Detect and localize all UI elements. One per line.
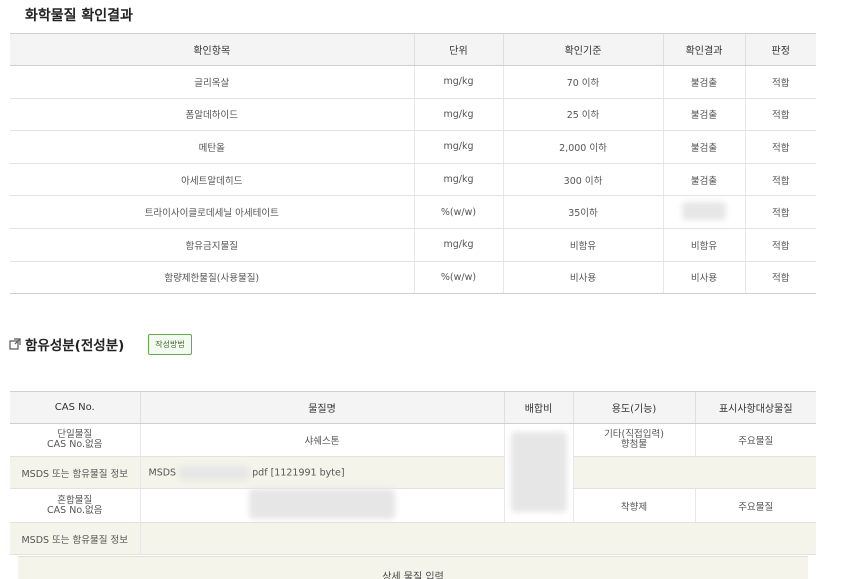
cell-unit: mg/kg: [413, 228, 503, 262]
cell-unit: %(w/w): [413, 195, 503, 229]
col-header-item: 확인항목: [10, 33, 414, 66]
section-title-chemical-results: 화학물질 확인결과: [25, 8, 133, 24]
cell-standard: 25 이하: [502, 98, 663, 132]
col-header-label-target: 표시사항대상물질: [694, 391, 816, 424]
cas-number: CAS No.없음: [47, 504, 103, 516]
cell-unit: mg/kg: [413, 130, 503, 164]
cell-standard: 70 이하: [502, 65, 663, 99]
cell-standard: 2,000 이하: [502, 130, 663, 164]
table-row: 아세트알데히드 mg/kg 300 이하 불검출 적합: [10, 163, 816, 197]
cell-result: 불검출: [662, 98, 745, 132]
msds-row: MSDS 또는 함유물질 정보 MSDS pdf [1121991 byte]: [10, 456, 816, 489]
msds-empty-cell: [572, 456, 816, 489]
msds-label: MSDS 또는 함유물질 정보: [10, 456, 140, 489]
cell-verdict: 적합: [744, 98, 816, 132]
msds-file-cell: MSDS pdf [1121991 byte]: [139, 456, 504, 489]
cell-substance-name-redacted: [139, 488, 504, 523]
table-row: 함유금지물질 mg/kg 비함유 비함유 적합: [10, 228, 816, 262]
msds-empty-cell: [139, 522, 816, 555]
cell-item: 트라이사이클로데세닐 아세테이트: [10, 195, 414, 229]
cell-standard: 300 이하: [502, 163, 663, 197]
table-header-row: 확인항목 단위 확인기준 확인결과 판정: [10, 33, 816, 66]
cell-substance-name: 샤쉐스톤: [139, 423, 504, 457]
table-row: 단일물질 CAS No.없음 샤쉐스톤 기타(직접입력) 향첨물 주요물질: [10, 423, 816, 523]
cell-verdict: 적합: [744, 228, 816, 262]
write-guide-button[interactable]: 작성방법: [148, 333, 192, 355]
col-header-ratio: 배합비: [503, 391, 573, 424]
cell-label-target: 주요물질: [694, 423, 816, 457]
ingredients-table: CAS No. 물질명 배합비 용도(기능) 표시사항대상물질 단일물질 CAS…: [10, 391, 816, 555]
table-row: 글리옥살 mg/kg 70 이하 불검출 적합: [10, 65, 816, 99]
cell-result-redacted: [662, 195, 745, 229]
cell-result: 불검출: [662, 65, 745, 99]
table-row: 혼합물질 CAS No.없음 착향제 주요물질: [10, 488, 816, 523]
substance-type: 혼합물질: [57, 494, 93, 506]
ingredients-section-header: 함유성분(전성분) 작성방법: [9, 333, 192, 355]
cell-item: 메탄올: [10, 130, 414, 164]
col-header-result: 확인결과: [662, 33, 745, 66]
cell-result: 불검출: [662, 163, 745, 197]
cell-standard: 비사용: [502, 261, 663, 295]
redacted-value: [249, 489, 395, 519]
col-header-cas: CAS No.: [10, 391, 140, 424]
cell-usage: 착향제: [572, 488, 695, 523]
cell-item: 아세트알데히드: [10, 163, 414, 197]
col-header-verdict: 판정: [744, 33, 816, 66]
cell-item: 폼알데하이드: [10, 98, 414, 132]
cell-result: 불검출: [662, 130, 745, 164]
table-header-row: CAS No. 물질명 배합비 용도(기능) 표시사항대상물질: [10, 391, 816, 424]
cell-verdict: 적합: [744, 65, 816, 99]
cell-item: 함유금지물질: [10, 228, 414, 262]
cell-verdict: 적합: [744, 195, 816, 229]
msds-label: MSDS 또는 함유물질 정보: [10, 522, 140, 555]
col-header-standard: 확인기준: [502, 33, 663, 66]
cell-unit: mg/kg: [413, 65, 503, 99]
cell-verdict: 적합: [744, 261, 816, 295]
section-title-ingredients: 함유성분(전성분): [25, 338, 125, 354]
redacted-value: [682, 201, 726, 220]
col-header-unit: 단위: [413, 33, 503, 66]
msds-row: MSDS 또는 함유물질 정보: [10, 522, 816, 555]
cell-usage: 기타(직접입력) 향첨물: [572, 423, 695, 457]
cell-unit: mg/kg: [413, 163, 503, 197]
redacted-filename: [179, 465, 250, 480]
cell-result: 비함유: [662, 228, 745, 262]
cell-item: 함량제한물질(사용물질): [10, 261, 414, 295]
cell-ratio-redacted: [503, 423, 573, 523]
cell-item: 글리옥살: [10, 65, 414, 99]
cell-cas: 단일물질 CAS No.없음: [10, 423, 140, 457]
cell-cas: 혼합물질 CAS No.없음: [10, 488, 140, 523]
chemical-results-table: 확인항목 단위 확인기준 확인결과 판정 글리옥살 mg/kg 70 이하 불검…: [10, 33, 816, 295]
cell-standard: 비함유: [502, 228, 663, 262]
cell-unit: mg/kg: [413, 98, 503, 132]
redacted-value: [510, 431, 567, 512]
col-header-substance-name: 물질명: [139, 391, 504, 424]
detail-substance-input-button[interactable]: 상세 물질 입력: [18, 556, 808, 579]
cell-label-target: 주요물질: [694, 488, 816, 523]
msds-file-link[interactable]: pdf [1121991 byte]: [252, 467, 344, 478]
col-header-usage: 용도(기능): [572, 391, 695, 424]
usage-line: 향첨물: [620, 439, 648, 450]
cell-standard: 35이하: [502, 195, 663, 229]
cell-verdict: 적합: [744, 163, 816, 197]
table-row: 함량제한물질(사용물질) %(w/w) 비사용 비사용 적합: [10, 261, 816, 295]
table-row: 폼알데하이드 mg/kg 25 이하 불검출 적합: [10, 98, 816, 132]
cell-verdict: 적합: [744, 130, 816, 164]
table-row: 메탄올 mg/kg 2,000 이하 불검출 적합: [10, 130, 816, 164]
cas-number: CAS No.없음: [47, 439, 103, 450]
msds-prefix: MSDS: [148, 467, 177, 478]
cell-result: 비사용: [662, 261, 745, 295]
cell-unit: %(w/w): [413, 261, 503, 295]
table-row: 트라이사이클로데세닐 아세테이트 %(w/w) 35이하 적합: [10, 195, 816, 229]
external-link-icon[interactable]: [9, 338, 21, 350]
